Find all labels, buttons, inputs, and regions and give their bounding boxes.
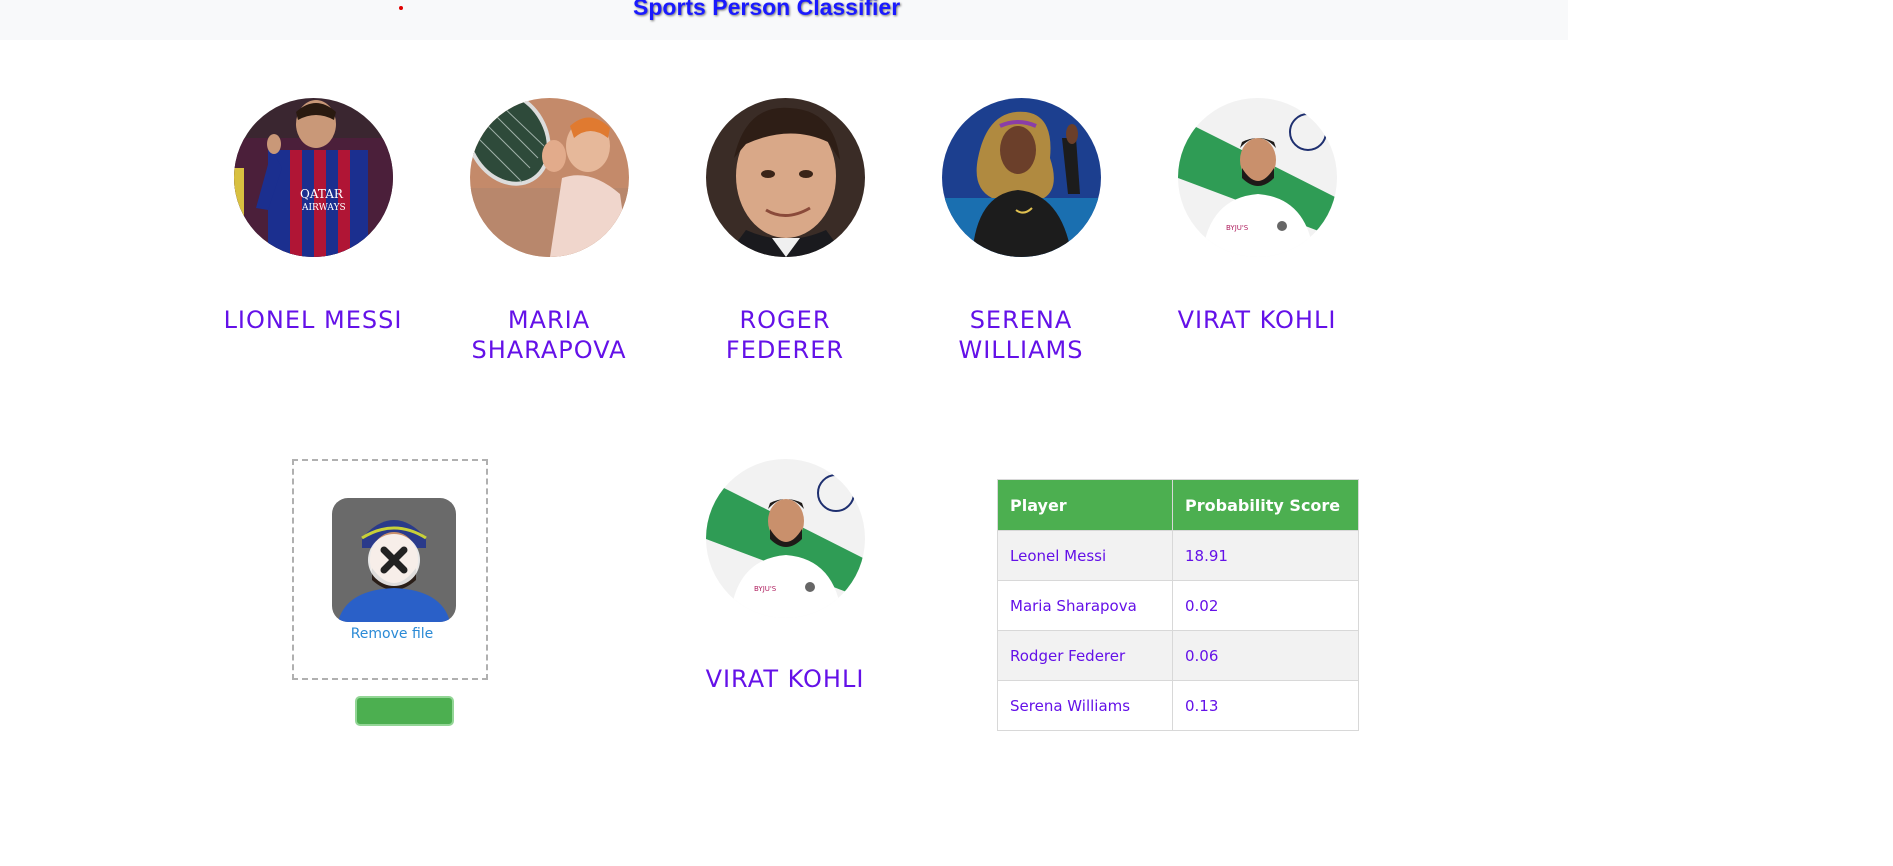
player-name: MARIA SHARAPOVA [471, 306, 627, 364]
svg-text:BYJU'S: BYJU'S [1226, 224, 1249, 232]
table-row: Leonel Messi 18.91 [997, 530, 1359, 581]
player-card-kohli: BYJU'S VIRAT KOHLI [1167, 98, 1347, 335]
app-title: Sports Person Classifier [633, 0, 901, 20]
table-row: Serena Williams 0.13 [997, 680, 1359, 731]
svg-text:QATAR: QATAR [300, 187, 344, 201]
remove-file-icon[interactable] [368, 534, 420, 586]
score-cell: 0.13 [1172, 680, 1359, 731]
player-name: SERENA WILLIAMS [958, 306, 1084, 364]
table-header-row: Player Probability Score [997, 479, 1359, 531]
player-name: LIONEL MESSI [223, 306, 403, 334]
score-cell: 0.06 [1172, 630, 1359, 681]
score-cell: 0.02 [1172, 580, 1359, 631]
sharapova-photo [469, 98, 629, 257]
column-header-player: Player [997, 479, 1173, 531]
svg-text:AIRWAYS: AIRWAYS [301, 203, 346, 213]
player-cell: Rodger Federer [997, 630, 1173, 681]
red-dot-marker [399, 6, 403, 10]
remove-file-link[interactable]: Remove file [294, 626, 490, 642]
player-card-federer: ROGER FEDERER [695, 98, 875, 365]
table-row: Rodger Federer 0.06 [997, 630, 1359, 681]
federer-photo [705, 98, 865, 257]
messi-photo: QATAR AIRWAYS [233, 98, 393, 257]
player-card-serena: SERENA WILLIAMS [931, 98, 1111, 365]
player-cell: Maria Sharapova [997, 580, 1173, 631]
player-name: ROGER FEDERER [725, 306, 845, 364]
player-cell: Leonel Messi [997, 530, 1173, 581]
player-cell: Serena Williams [997, 680, 1173, 731]
svg-text:BYJU'S: BYJU'S [754, 585, 777, 593]
upload-dropzone[interactable]: Remove file [292, 459, 488, 680]
uploaded-image-thumbnail [332, 498, 456, 622]
serena-photo [941, 98, 1101, 257]
result-photo: BYJU'S [705, 459, 865, 618]
player-card-sharapova: MARIA SHARAPOVA [459, 98, 639, 365]
score-cell: 18.91 [1172, 530, 1359, 581]
classify-button[interactable] [355, 696, 454, 726]
player-name: VIRAT KOHLI [1177, 306, 1337, 334]
probability-table: Player Probability Score Leonel Messi 18… [997, 479, 1359, 731]
header-bar: Sports Person Classifier [0, 0, 1568, 40]
column-header-score: Probability Score [1172, 479, 1359, 531]
result-player-name: VIRAT KOHLI [705, 665, 865, 693]
result-card: BYJU'S VIRAT KOHLI [695, 459, 875, 694]
table-row: Maria Sharapova 0.02 [997, 580, 1359, 631]
kohli-photo: BYJU'S [1177, 98, 1337, 257]
player-card-messi: QATAR AIRWAYS LIONEL MESSI [223, 98, 403, 335]
